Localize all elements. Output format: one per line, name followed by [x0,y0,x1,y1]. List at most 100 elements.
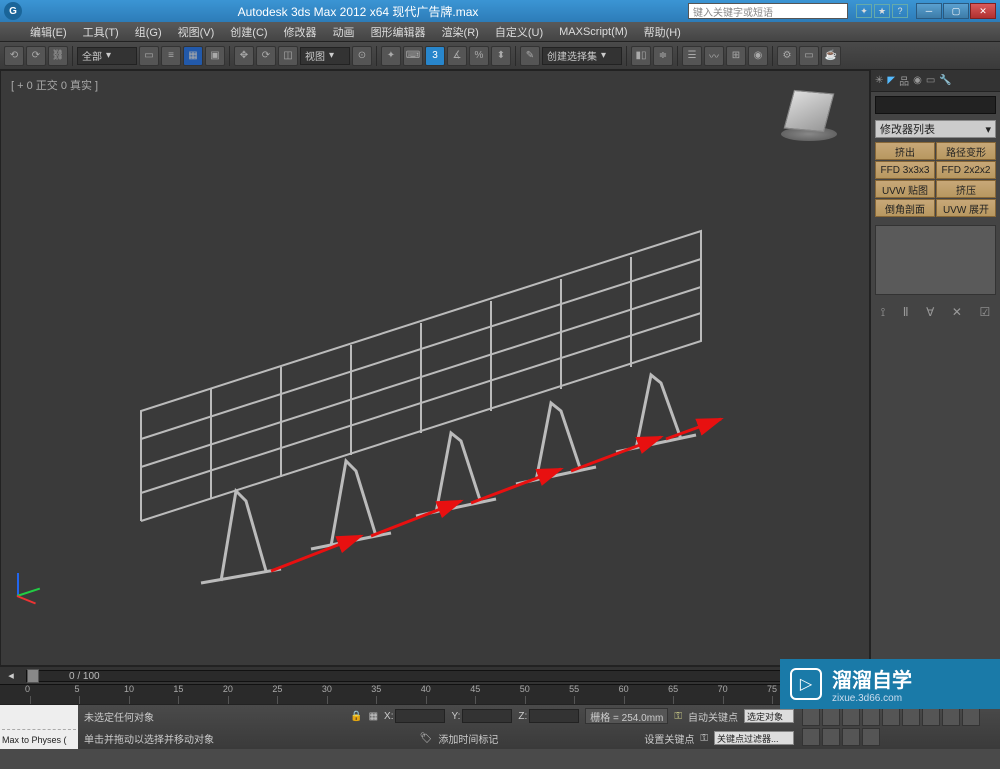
help-icon[interactable]: ? [892,4,908,18]
selected-obj-dropdown[interactable]: 选定对象 [744,709,794,723]
utilities-tab-icon[interactable]: 🔧 [939,75,951,86]
menu-grapheditors[interactable]: 图形编辑器 [365,22,432,42]
edit-selection-icon[interactable]: ✎ [520,46,540,66]
y-input[interactable] [462,709,512,723]
menu-create[interactable]: 创建(C) [224,22,273,42]
time-thumb[interactable] [27,669,39,683]
menu-maxscript[interactable]: MAXScript(M) [553,24,633,40]
spinner-snap-icon[interactable]: ⬍ [491,46,511,66]
modifier-stack[interactable] [875,225,996,295]
prev-frame-icon[interactable] [822,708,840,726]
help-search-input[interactable]: 键入关键字或短语 [688,3,848,19]
menu-edit[interactable]: 编辑(E) [24,22,73,42]
menu-help[interactable]: 帮助(H) [638,22,687,42]
mod-squeeze[interactable]: 挤压 [936,180,996,198]
nav-zoom-icon[interactable] [922,708,940,726]
pin-icon[interactable]: ⟟ [881,305,885,320]
menu-group[interactable]: 组(G) [129,22,168,42]
link-icon[interactable]: ⛓ [48,46,68,66]
viewcube[interactable] [779,91,839,151]
nav-max-icon[interactable] [962,708,980,726]
nav-zextents-icon[interactable] [822,728,840,746]
render-setup-icon[interactable]: ⚙ [777,46,797,66]
rotate-icon[interactable]: ⟳ [256,46,276,66]
curve-editor-icon[interactable]: 〰 [704,46,724,66]
goto-start-icon[interactable] [802,708,820,726]
align-icon[interactable]: ≑ [653,46,673,66]
mirror-icon[interactable]: ▮▯ [631,46,651,66]
manipulate-icon[interactable]: ✦ [381,46,401,66]
scale-icon[interactable]: ◫ [278,46,298,66]
mod-uvw[interactable]: UVW 贴图 [875,180,935,198]
angle-snap-icon[interactable]: ∡ [447,46,467,66]
undo-icon[interactable]: ⟲ [4,46,24,66]
render-icon[interactable]: ☕ [821,46,841,66]
keyfilter-dropdown[interactable]: 关键点过滤器... [714,731,794,745]
app-icon[interactable]: G [4,2,22,20]
configure-icon[interactable]: ☑ [979,305,990,320]
remove-icon[interactable]: ✕ [952,305,962,320]
layers-icon[interactable]: ☰ [682,46,702,66]
play-icon[interactable] [842,708,860,726]
menu-customize[interactable]: 自定义(U) [489,22,549,42]
mod-ffd3[interactable]: FFD 3x3x3 [875,161,935,179]
show-result-icon[interactable]: Ⅱ [903,305,909,320]
next-frame-icon[interactable] [862,708,880,726]
menu-views[interactable]: 视图(V) [172,22,221,42]
display-tab-icon[interactable]: ▭ [926,75,935,86]
nav-pan-icon[interactable] [902,708,920,726]
nav-minmax-icon[interactable] [862,728,880,746]
modifier-list-dropdown[interactable]: 修改器列表▾ [875,120,996,138]
refcoord-dropdown[interactable]: 视图▾ [300,47,350,65]
object-name-field[interactable] [875,96,996,114]
minimize-button[interactable]: ─ [916,3,942,19]
hierarchy-tab-icon[interactable]: 品 [899,73,909,88]
percent-snap-icon[interactable]: % [469,46,489,66]
selection-filter-dropdown[interactable]: 全部▾ [77,47,137,65]
menu-rendering[interactable]: 渲染(R) [436,22,485,42]
window-crossing-icon[interactable]: ▣ [205,46,225,66]
maximize-button[interactable]: ▢ [943,3,969,19]
viewport[interactable]: [ + 0 正交 0 真实 ] [0,70,870,666]
slider-collapse-icon[interactable]: ◂ [0,669,22,682]
motion-tab-icon[interactable]: ◉ [913,75,922,86]
star-icon[interactable]: ★ [874,4,890,18]
snap-toggle-icon[interactable]: 3 [425,46,445,66]
nav-orbit-icon[interactable] [942,708,960,726]
z-input[interactable] [529,709,579,723]
unique-icon[interactable]: ∀ [926,305,934,320]
move-icon[interactable]: ✥ [234,46,254,66]
goto-end-icon[interactable] [882,708,900,726]
menu-animation[interactable]: 动画 [327,22,361,42]
select-region-icon[interactable]: ▦ [183,46,203,66]
nav-region-icon[interactable] [842,728,860,746]
modify-tab-icon[interactable]: ◤ [887,75,895,86]
lock-icon[interactable]: 🔒 [350,711,362,722]
nav-fov-icon[interactable] [802,728,820,746]
script-listener[interactable]: Max to Physes ( [0,705,78,749]
key-big-icon[interactable]: ⚿ [700,733,708,744]
menu-tools[interactable]: 工具(T) [77,22,125,42]
mod-unwrap[interactable]: UVW 展开 [936,199,996,217]
mod-bevelprofile[interactable]: 倒角剖面 [875,199,935,217]
selection-set-dropdown[interactable]: 创建选择集▾ [542,47,622,65]
mod-extrude[interactable]: 挤出 [875,142,935,160]
material-icon[interactable]: ◉ [748,46,768,66]
mod-pathdeform[interactable]: 路径变形 [936,142,996,160]
keyboard-icon[interactable]: ⌨ [403,46,423,66]
select-name-icon[interactable]: ≡ [161,46,181,66]
redo-icon[interactable]: ⟳ [26,46,46,66]
timetag-icon[interactable]: 🏷 [420,733,433,744]
menu-modifiers[interactable]: 修改器 [278,22,323,42]
coordinates-icon[interactable]: ▦ [369,711,378,722]
info-icon[interactable]: ✦ [856,4,872,18]
add-timetag-label[interactable]: 添加时间标记 [438,731,638,746]
create-tab-icon[interactable]: ✳ [875,75,883,86]
render-frame-icon[interactable]: ▭ [799,46,819,66]
select-icon[interactable]: ▭ [139,46,159,66]
mod-ffd2[interactable]: FFD 2x2x2 [936,161,996,179]
autokey-button[interactable]: 自动关键点 [688,709,738,724]
pivot-icon[interactable]: ⊙ [352,46,372,66]
close-button[interactable]: ✕ [970,3,996,19]
setkey-button[interactable]: 设置关键点 [644,731,694,746]
